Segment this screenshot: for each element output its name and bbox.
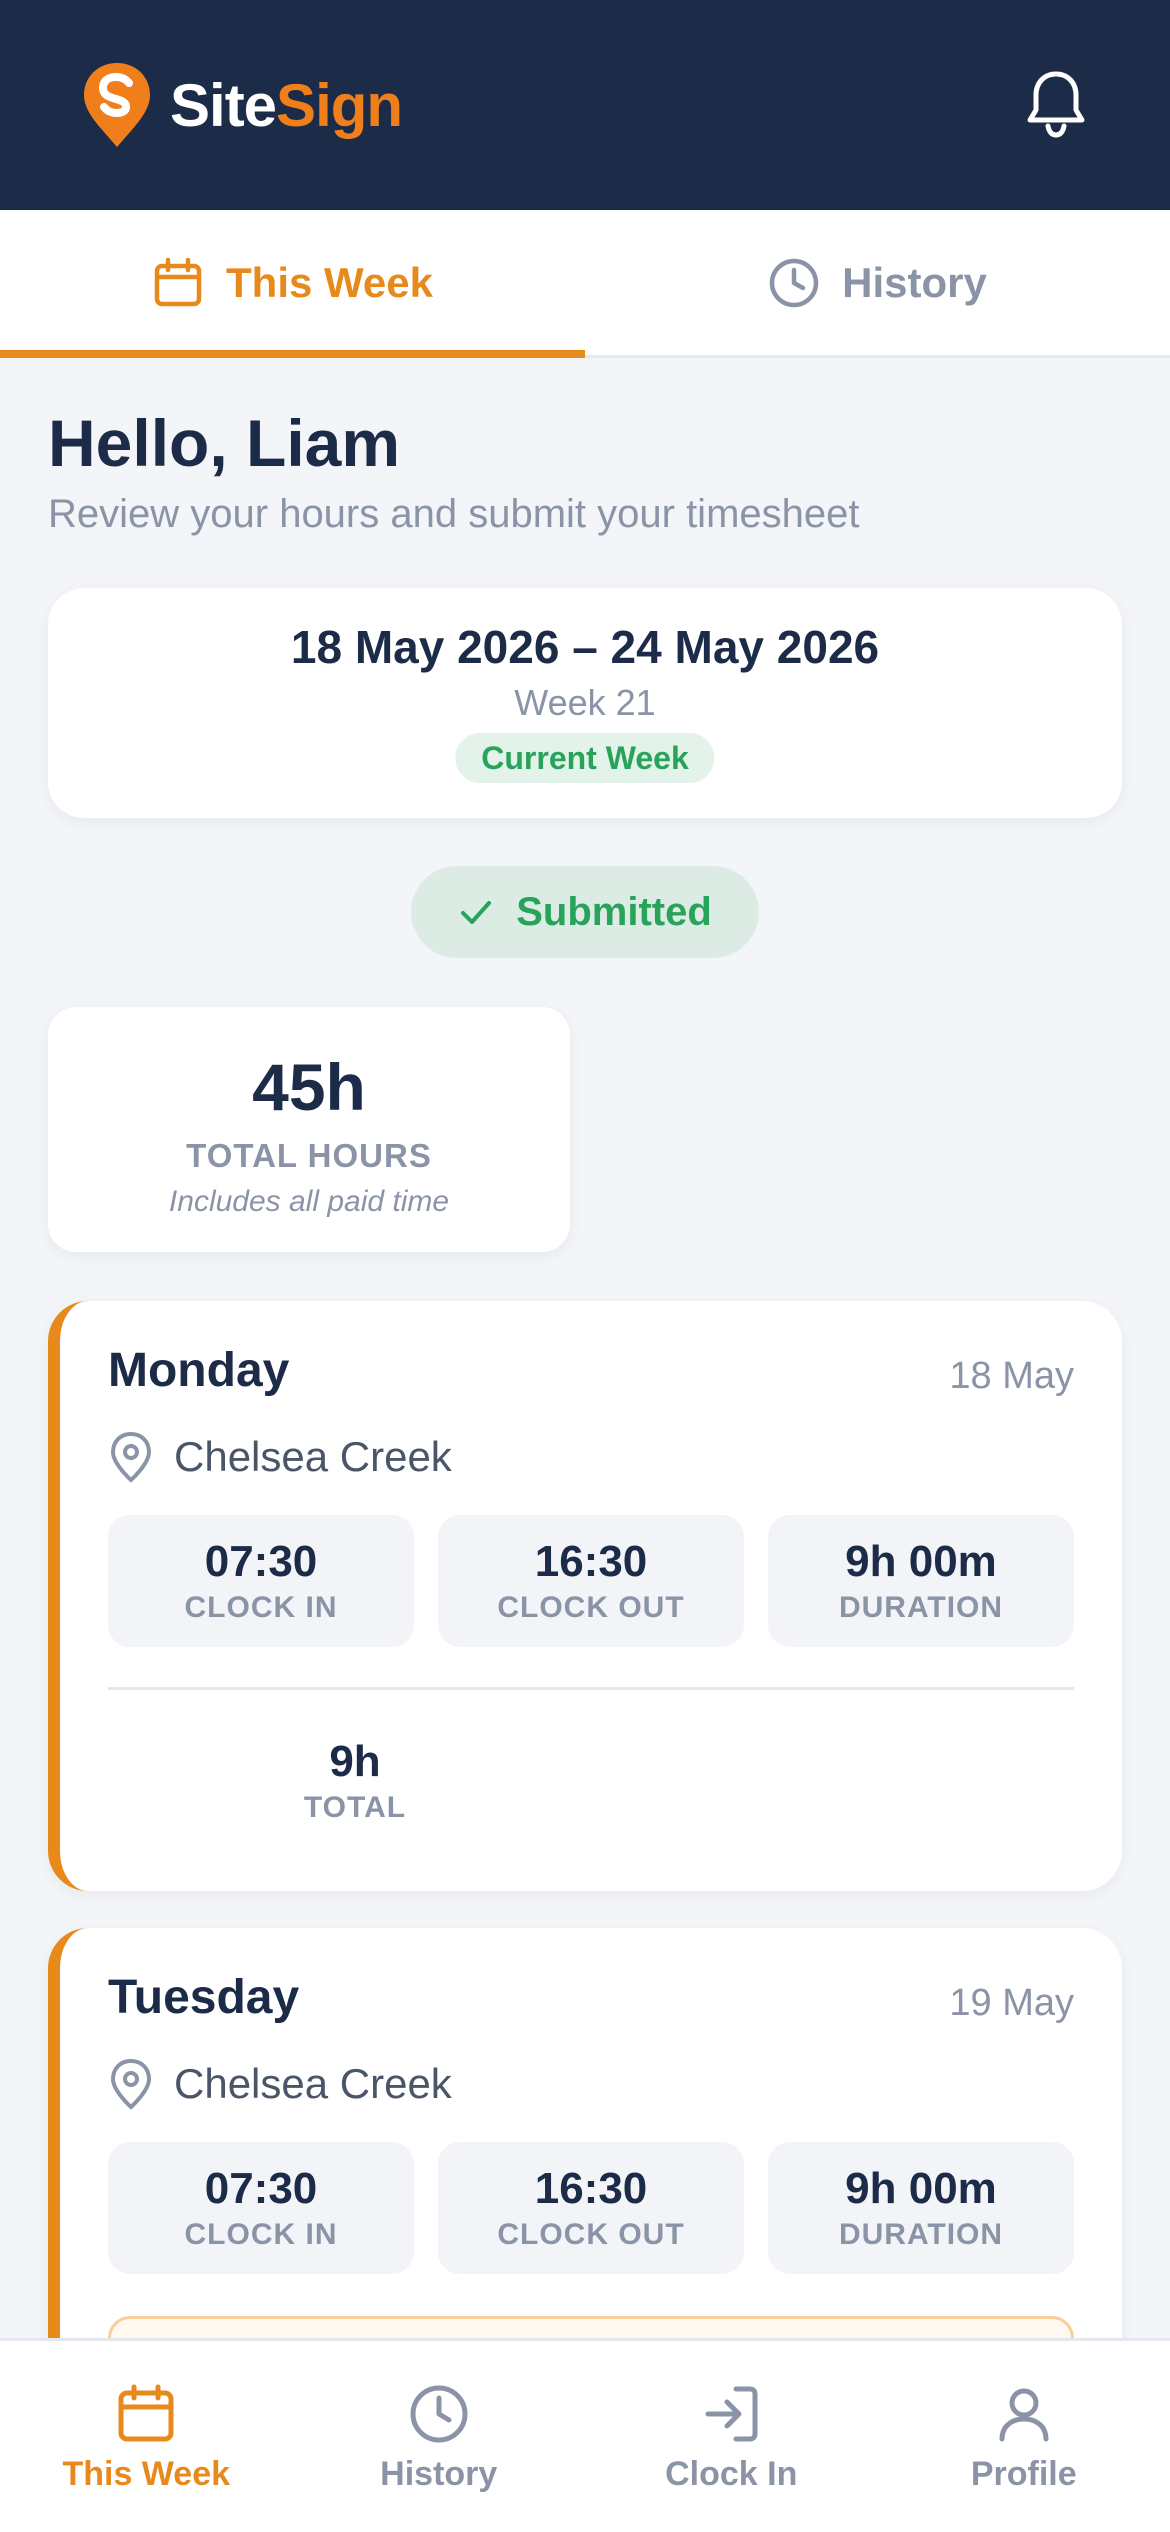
clock-icon — [769, 258, 819, 307]
calendar-icon — [154, 257, 202, 306]
clock-in-value: 07:30 — [204, 2164, 318, 2213]
day-name: Monday — [108, 1344, 290, 1397]
clock-out-value: 16:30 — [534, 2164, 648, 2213]
week-card: 18 May 2026 – 24 May 2026 Week 21 Curren… — [48, 588, 1122, 818]
day-card-monday[interactable]: Monday 18 May Chelsea Creek 07:30 CLOCK … — [48, 1301, 1122, 1891]
nav-clock-in-label: Clock In — [665, 2455, 798, 2493]
clock-in-metric: 07:30 CLOCK IN — [108, 2142, 414, 2274]
clock-in-metric: 07:30 CLOCK IN — [108, 1515, 414, 1647]
nav-this-week[interactable]: This Week — [0, 2341, 293, 2532]
week-number: Week 21 — [514, 682, 656, 723]
clock-icon — [410, 2385, 468, 2443]
duration-value: 9h 00m — [845, 2164, 997, 2213]
bell-icon[interactable] — [1024, 68, 1088, 140]
bottom-nav: This Week History Clock In Profile — [0, 2338, 1170, 2532]
top-tab-bar: This Week History — [0, 210, 1170, 358]
nav-history-label: History — [380, 2455, 498, 2493]
duration-metric: 9h 00m DURATION — [768, 1515, 1074, 1647]
submitted-status-badge: Submitted — [411, 866, 759, 958]
greeting-subtitle: Review your hours and submit your timesh… — [48, 492, 860, 536]
day-date: 19 May — [949, 1982, 1074, 2024]
current-week-badge: Current Week — [455, 733, 715, 783]
check-icon — [461, 901, 492, 924]
location-pin-icon — [110, 1431, 152, 1483]
clock-in-value: 07:30 — [204, 1537, 318, 1586]
day-name: Tuesday — [108, 1971, 300, 2024]
day-divider — [108, 1687, 1074, 1690]
clock-out-metric: 16:30 CLOCK OUT — [438, 1515, 744, 1647]
app-screen: SiteSign This Week History Hello, Liam R… — [0, 0, 1170, 2532]
total-hours-label: TOTAL HOURS — [186, 1137, 432, 1174]
sitesign-logo: SiteSign — [82, 60, 403, 150]
nav-profile-label: Profile — [970, 2455, 1077, 2493]
day-date: 18 May — [949, 1355, 1074, 1397]
day-site: Chelsea Creek — [108, 1429, 452, 1485]
day-metrics: 07:30 CLOCK IN 16:30 CLOCK OUT 9h 00m DU… — [108, 2142, 1074, 2274]
clock-out-metric: 16:30 CLOCK OUT — [438, 2142, 744, 2274]
nav-profile[interactable]: Profile — [878, 2341, 1170, 2532]
logo-site-text: Site — [170, 71, 277, 139]
day-metrics: 07:30 CLOCK IN 16:30 CLOCK OUT 9h 00m DU… — [108, 1515, 1074, 1647]
total-hours-value: 45h — [252, 1050, 366, 1124]
tab-history[interactable]: History — [585, 210, 1170, 355]
tab-history-label: History — [842, 258, 987, 306]
duration-metric: 9h 00m DURATION — [768, 2142, 1074, 2274]
clock-in-label: CLOCK IN — [184, 2218, 338, 2251]
tab-this-week-label: This Week — [226, 258, 433, 306]
week-range: 18 May 2026 – 24 May 2026 — [290, 621, 880, 673]
day-site: Chelsea Creek — [108, 2056, 452, 2112]
nav-history[interactable]: History — [293, 2341, 586, 2532]
logo-pin-icon — [84, 63, 150, 147]
clock-out-value: 16:30 — [534, 1537, 648, 1586]
logo-sign-text: Sign — [276, 71, 403, 139]
logo-wordmark: SiteSign — [170, 71, 403, 140]
submitted-status-label: Submitted — [516, 889, 712, 934]
user-icon — [999, 2388, 1049, 2442]
sign-in-icon — [705, 2386, 758, 2442]
greeting-title: Hello, Liam — [48, 406, 401, 480]
tab-this-week[interactable]: This Week — [0, 210, 585, 358]
day-site-name: Chelsea Creek — [174, 2060, 452, 2107]
day-site-name: Chelsea Creek — [174, 1433, 452, 1480]
duration-label: DURATION — [838, 2218, 1004, 2251]
clock-out-label: CLOCK OUT — [497, 2218, 685, 2251]
duration-label: DURATION — [838, 1591, 1004, 1624]
duration-value: 9h 00m — [845, 1537, 997, 1586]
app-header: SiteSign — [0, 0, 1170, 210]
day-total-label: TOTAL — [303, 1791, 407, 1824]
clock-out-label: CLOCK OUT — [497, 1591, 685, 1624]
clock-in-label: CLOCK IN — [184, 1591, 338, 1624]
calendar-icon — [118, 2384, 174, 2442]
location-pin-icon — [110, 2058, 152, 2110]
nav-clock-in[interactable]: Clock In — [585, 2341, 878, 2532]
day-total-value: 9h — [329, 1737, 381, 1786]
total-hours-card: 45h TOTAL HOURS Includes all paid time — [48, 1007, 570, 1252]
total-hours-note: Includes all paid time — [168, 1185, 450, 1218]
nav-this-week-label: This Week — [62, 2455, 231, 2493]
